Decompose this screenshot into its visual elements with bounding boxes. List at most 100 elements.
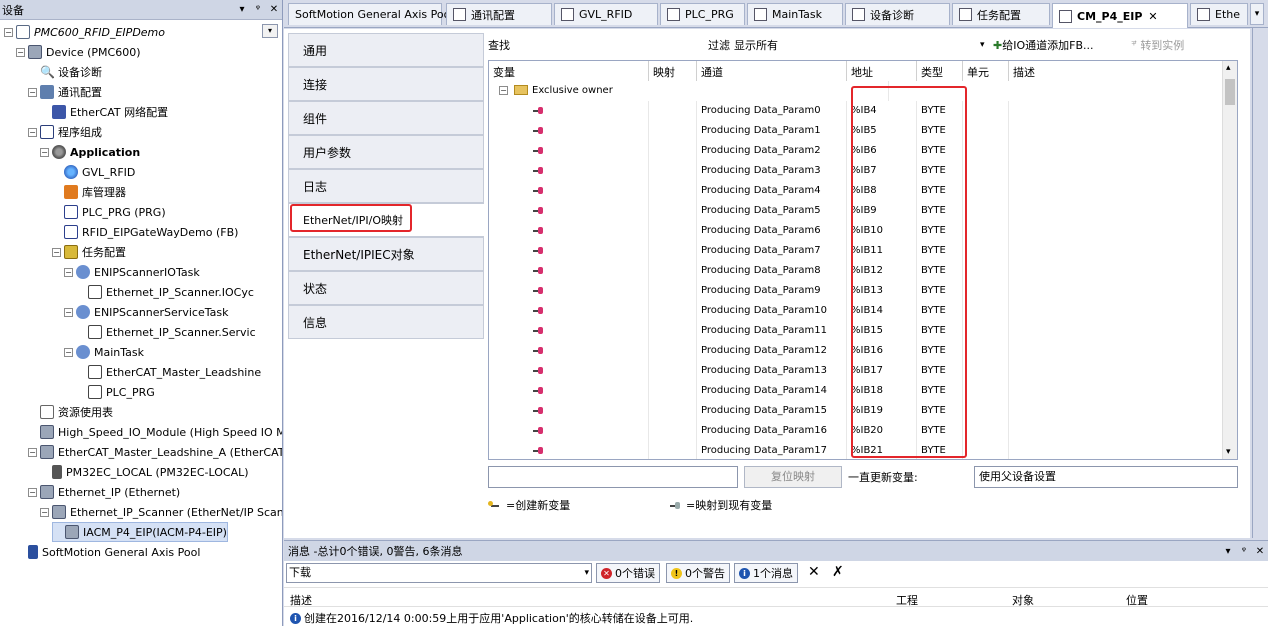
- tree-combo-button[interactable]: ▾: [262, 24, 278, 38]
- side-tab-7[interactable]: 状态: [288, 271, 484, 305]
- tree-item[interactable]: − Ethernet_IP (Ethernet): [28, 482, 180, 502]
- filter-label[interactable]: 过滤: [708, 37, 730, 53]
- always-update-select[interactable]: 使用父设备设置: [974, 466, 1238, 488]
- tree-item[interactable]: PLC_PRG: [76, 382, 155, 402]
- tree-item[interactable]: PM32EC_LOCAL (PM32EC-LOCAL): [40, 462, 249, 482]
- tree-item[interactable]: − 程序组成: [28, 122, 102, 142]
- chevron-down-icon[interactable]: ▾: [584, 564, 589, 582]
- tree-item[interactable]: − PMC600_RFID_EIPDemo: [4, 22, 165, 42]
- grid-col-header[interactable]: 映射: [649, 61, 697, 81]
- variable-cell[interactable]: [489, 421, 649, 441]
- tree-item[interactable]: EtherCAT 网络配置: [40, 102, 168, 122]
- message-source-select[interactable]: 下载 ▾: [286, 563, 592, 583]
- message-row[interactable]: i 创建在2016/12/14 0:00:59上用于应用'Application…: [284, 609, 1268, 626]
- group-collapse-icon[interactable]: −: [499, 85, 508, 95]
- tree-collapse-icon[interactable]: −: [28, 447, 37, 457]
- tree-item[interactable]: 🔍 设备诊断: [28, 62, 102, 82]
- panel-dropdown-icon[interactable]: ▾: [234, 4, 250, 15]
- tree-item[interactable]: − EtherCAT_Master_Leadshine_A (EtherCAT M: [28, 442, 282, 462]
- goto-instance-button[interactable]: ⁺⃗ 转到实例: [1131, 37, 1184, 53]
- filter-value[interactable]: 显示所有: [734, 37, 778, 53]
- grid-col-header[interactable]: 变量: [489, 61, 649, 81]
- variable-cell[interactable]: [489, 141, 649, 161]
- tab-3[interactable]: PLC_PRG: [660, 3, 745, 25]
- grid-col-header[interactable]: 地址: [847, 61, 917, 81]
- panel-close-icon[interactable]: ✕: [266, 4, 282, 15]
- col-description[interactable]: 描述: [290, 592, 312, 608]
- variable-cell[interactable]: [489, 181, 649, 201]
- tree-item[interactable]: − ENIPScannerIOTask: [64, 262, 200, 282]
- tab-close-icon[interactable]: ✕: [1148, 10, 1157, 23]
- variable-cell[interactable]: [489, 221, 649, 241]
- tab-0[interactable]: SoftMotion General Axis Pool: [288, 3, 453, 25]
- side-tab-6[interactable]: EtherNet/IPIEC对象: [288, 237, 484, 271]
- tree-collapse-icon[interactable]: −: [40, 147, 49, 157]
- grid-col-header[interactable]: 单元: [963, 61, 1009, 81]
- tree-item[interactable]: RFID_EIPGateWayDemo (FB): [52, 222, 238, 242]
- infos-filter-button[interactable]: i 1个消息: [734, 563, 798, 583]
- tree-item[interactable]: − Device (PMC600): [16, 42, 141, 62]
- variable-cell[interactable]: [489, 101, 649, 121]
- messages-pin-icon[interactable]: ᵠ: [1236, 546, 1252, 557]
- variable-cell[interactable]: [489, 241, 649, 261]
- variable-cell[interactable]: [489, 281, 649, 301]
- side-tab-8[interactable]: 信息: [288, 305, 484, 339]
- add-fb-button[interactable]: ✚给IO通道添加FB...: [993, 37, 1093, 53]
- tab-list-dropdown-icon[interactable]: ▾: [1250, 3, 1264, 25]
- tree-item[interactable]: EtherCAT_Master_Leadshine: [76, 362, 261, 382]
- clear-all-icon[interactable]: ✗: [832, 564, 844, 580]
- tree-item[interactable]: 库管理器: [52, 182, 126, 202]
- tree-item[interactable]: 资源使用表: [28, 402, 113, 422]
- tree-item[interactable]: Ethernet_IP_Scanner.IOCyc: [76, 282, 254, 302]
- tab-4[interactable]: MainTask: [747, 3, 843, 25]
- tree-collapse-icon[interactable]: −: [28, 487, 37, 497]
- tree-collapse-icon[interactable]: −: [28, 87, 37, 97]
- tree-collapse-icon[interactable]: −: [4, 27, 13, 37]
- tab-1[interactable]: 通讯配置: [446, 3, 552, 25]
- tree-item[interactable]: IACM_P4_EIP(IACM-P4-EIP): [52, 522, 228, 542]
- variable-cell[interactable]: [489, 121, 649, 141]
- tree-item[interactable]: − Ethernet_IP_Scanner (EtherNet/IP Scann: [40, 502, 282, 522]
- grid-col-header[interactable]: 类型: [917, 61, 963, 81]
- tree-collapse-icon[interactable]: −: [52, 247, 61, 257]
- tree-item[interactable]: PLC_PRG (PRG): [52, 202, 166, 222]
- clear-icon[interactable]: ✕: [808, 564, 820, 580]
- side-tab-3[interactable]: 用户参数: [288, 135, 484, 169]
- grid-vertical-scrollbar[interactable]: ▴ ▾: [1222, 61, 1237, 459]
- tree-collapse-icon[interactable]: −: [28, 127, 37, 137]
- messages-close-icon[interactable]: ✕: [1252, 546, 1268, 557]
- scroll-down-icon[interactable]: ▾: [1226, 447, 1231, 457]
- variable-cell[interactable]: [489, 381, 649, 401]
- variable-cell[interactable]: [489, 341, 649, 361]
- tree-collapse-icon[interactable]: −: [64, 267, 73, 277]
- variable-cell[interactable]: [489, 201, 649, 221]
- tree-collapse-icon[interactable]: −: [16, 47, 25, 57]
- tab-6[interactable]: 任务配置: [952, 3, 1050, 25]
- scroll-thumb[interactable]: [1225, 79, 1235, 105]
- tree-item[interactable]: − 任务配置: [52, 242, 126, 262]
- tree-collapse-icon[interactable]: −: [64, 307, 73, 317]
- tree-item[interactable]: − MainTask: [64, 342, 144, 362]
- reset-mapping-button[interactable]: 复位映射: [744, 466, 842, 488]
- variable-cell[interactable]: [489, 441, 649, 459]
- tree-item[interactable]: − Application: [40, 142, 140, 162]
- tree-item[interactable]: − ENIPScannerServiceTask: [64, 302, 228, 322]
- tree-collapse-icon[interactable]: −: [64, 347, 73, 357]
- tree-item[interactable]: SoftMotion General Axis Pool: [16, 542, 200, 562]
- side-tab-1[interactable]: 连接: [288, 67, 484, 101]
- grid-col-header[interactable]: 通道: [697, 61, 847, 81]
- col-object[interactable]: 对象: [1012, 592, 1034, 608]
- col-project[interactable]: 工程: [896, 592, 918, 608]
- tree-item[interactable]: High_Speed_IO_Module (High Speed IO Modu: [28, 422, 282, 442]
- col-position[interactable]: 位置: [1126, 592, 1148, 608]
- tab-5[interactable]: 设备诊断: [845, 3, 950, 25]
- tab-8[interactable]: Ethe: [1190, 3, 1248, 25]
- tree-item[interactable]: GVL_RFID: [52, 162, 135, 182]
- tree-item[interactable]: Ethernet_IP_Scanner.Servic: [76, 322, 256, 342]
- variable-cell[interactable]: [489, 161, 649, 181]
- add-fb-dropdown-icon[interactable]: ▾: [980, 40, 985, 50]
- scroll-up-icon[interactable]: ▴: [1226, 63, 1231, 73]
- messages-dropdown-icon[interactable]: ▾: [1220, 546, 1236, 557]
- variable-cell[interactable]: [489, 321, 649, 341]
- mapping-input-field[interactable]: [488, 466, 738, 488]
